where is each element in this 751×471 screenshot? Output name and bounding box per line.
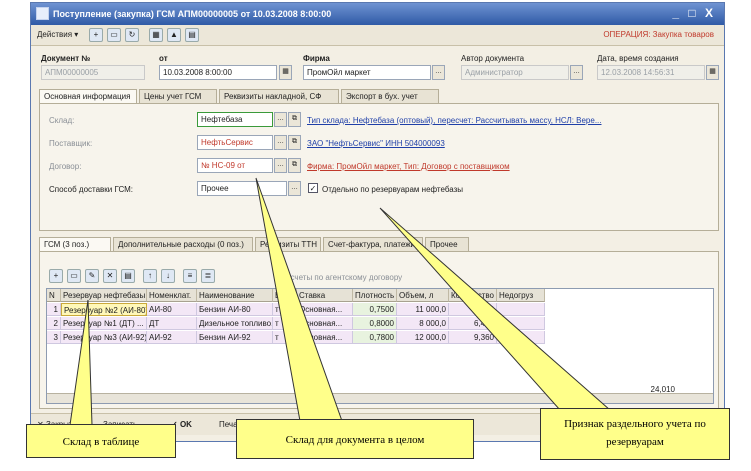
callout-pointers xyxy=(69,177,612,426)
pointer-tank-flag xyxy=(379,207,612,411)
pointer-doc-warehouse xyxy=(255,177,343,422)
callout-table-warehouse: Склад в таблице xyxy=(26,424,176,458)
callout-doc-warehouse: Склад для документа в целом xyxy=(236,419,474,459)
pointer-table-warehouse xyxy=(69,299,93,426)
callout-tank-flag: Признак раздельного учета по резервуарам xyxy=(540,408,730,460)
